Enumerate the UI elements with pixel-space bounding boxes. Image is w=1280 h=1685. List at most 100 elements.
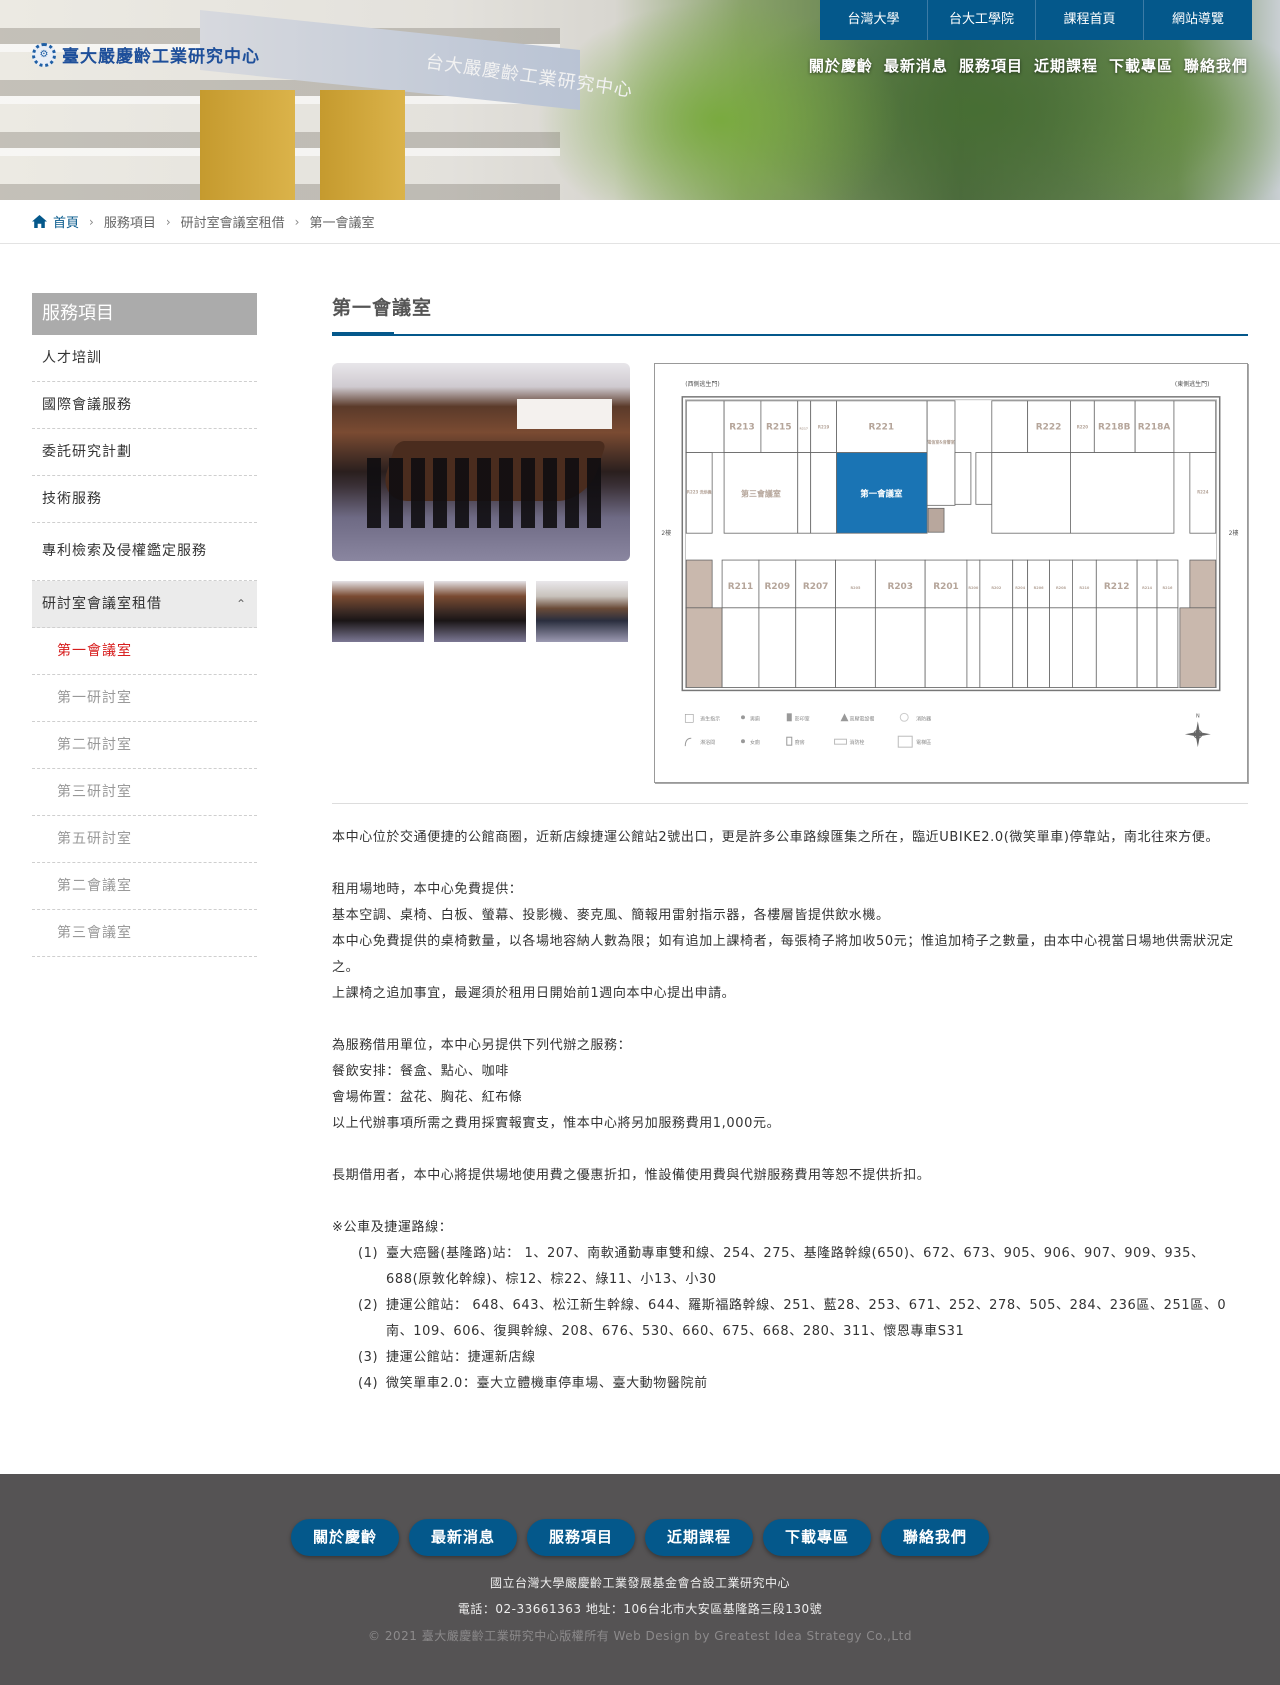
room-cell: [1095, 607, 1138, 688]
room-label: R211: [728, 582, 754, 592]
sidebar-item-tech-services[interactable]: 技術服務: [32, 476, 257, 523]
east-gate-label: (東側逃生門): [1175, 380, 1210, 388]
footer-nav-downloads[interactable]: 下載專區: [763, 1519, 871, 1556]
sidebar-subitem-seminar-room-5[interactable]: 第五研討室: [32, 816, 257, 863]
footer-nav-contact[interactable]: 聯絡我們: [881, 1519, 989, 1556]
title-underline-accent: [332, 332, 394, 336]
extinguisher-icon: [899, 712, 909, 722]
footer-nav-courses[interactable]: 近期課程: [645, 1519, 753, 1556]
sidebar-item-research-projects[interactable]: 委託研究計劃: [32, 429, 257, 476]
room-cell: [1027, 607, 1050, 688]
nav-about[interactable]: 關於慶齡: [809, 55, 873, 76]
chevron-up-icon[interactable]: ⌃: [236, 596, 247, 612]
restroom-women-east: [1179, 607, 1217, 688]
room-label: R223 洗烘機: [687, 489, 712, 494]
room-label: R222: [1036, 423, 1062, 433]
room-cell: [1072, 607, 1097, 688]
room-label: R218B: [1098, 423, 1131, 433]
breadcrumb: 首頁 › 服務項目 › 研討室會議室租借 › 第一會議室: [32, 200, 375, 243]
floor-label-right: 2樓: [1229, 529, 1239, 537]
legend-item: 消防器: [916, 715, 931, 722]
nav-services[interactable]: 服務項目: [959, 55, 1023, 76]
copier-icon: [786, 713, 792, 722]
floor-plan-map: (西側逃生門) (東側逃生門) 2樓 2樓 第一會議室 R213 R215 R2…: [661, 380, 1239, 748]
room-cell: [1012, 607, 1029, 688]
kitchen-icon: [786, 736, 793, 746]
route-number: (1): [358, 1246, 379, 1261]
paragraph-long-term: 長期借用者，本中心將提供場地使用費之優惠折扣，惟設備使用費與代辦服務費用等恕不提…: [332, 1168, 931, 1183]
room-label: R201: [933, 582, 959, 592]
legend-item: 消防栓: [849, 739, 864, 746]
room-label: R224: [1197, 489, 1209, 494]
sidebar-item-label: 專利檢索及侵權鑑定服務: [42, 543, 207, 560]
room-cell: [1049, 607, 1073, 688]
sidebar-item-label: 技術服務: [42, 490, 102, 507]
sidebar-item-training[interactable]: 人才培訓: [32, 335, 257, 382]
shower-icon: [684, 737, 692, 747]
elevator: [927, 507, 945, 533]
sidebar-subitem-conference-room-2[interactable]: 第二會議室: [32, 863, 257, 910]
paragraph-chairs: 本中心免費提供的桌椅數量，以各場地容納人數為限；如有追加上課椅者，每張椅子將加收…: [332, 934, 1234, 975]
footer-nav-news[interactable]: 最新消息: [409, 1519, 517, 1556]
nav-contact[interactable]: 聯絡我們: [1184, 55, 1248, 76]
sidebar-item-intl-conference[interactable]: 國際會議服務: [32, 382, 257, 429]
legend-item: 電梯區: [916, 739, 931, 746]
room-cell: [1012, 559, 1029, 609]
top-link-ntu[interactable]: 台灣大學: [820, 0, 928, 40]
top-link-sitemap[interactable]: 網站導覽: [1144, 0, 1252, 40]
room-cell: [1027, 559, 1050, 609]
sidebar-subitem-conference-room-1[interactable]: 第一會議室: [32, 628, 257, 675]
transit-routes: (1) 臺大癌醫(基隆路)站： 1、207、南軟通勤專車雙和線、254、275、…: [358, 1241, 1248, 1397]
home-icon: [32, 215, 47, 228]
top-link-engineering[interactable]: 台大工學院: [928, 0, 1036, 40]
photo-window: [517, 399, 612, 429]
room-cell: [1136, 559, 1158, 609]
top-link-course-home[interactable]: 課程首頁: [1036, 0, 1144, 40]
sidebar-item-patent-search[interactable]: 專利檢索及侵權鑑定服務: [32, 523, 257, 581]
nav-courses[interactable]: 近期課程: [1034, 55, 1098, 76]
room-cell: [966, 559, 981, 609]
sidebar-subitem-conference-room-3[interactable]: 第三會議室: [32, 910, 257, 957]
gear-emblem-icon: ⚙: [32, 42, 56, 67]
room-cell: [966, 607, 981, 688]
compass-north-label: N: [1196, 713, 1200, 719]
room-label: R210: [1079, 586, 1089, 590]
restroom-women-west: [685, 607, 723, 688]
footer-nav-about[interactable]: 關於慶齡: [291, 1519, 399, 1556]
west-gate-label: (西側逃生門): [685, 380, 720, 388]
sidebar-item-label: 國際會議服務: [42, 396, 132, 413]
breadcrumb-separator-icon: ›: [294, 214, 300, 229]
floor-plan[interactable]: (西側逃生門) (東側逃生門) 2樓 2樓 第一會議室 R213 R215 R2…: [654, 363, 1248, 783]
sidebar-title: 服務項目: [32, 293, 257, 335]
site-logo[interactable]: ⚙ 臺大嚴慶齡工業研究中心: [32, 42, 260, 67]
title-underline: [332, 332, 1248, 337]
stair-center-west: [954, 452, 972, 505]
conference-room-thumb-2[interactable]: [434, 581, 526, 642]
room-label: R218A: [1138, 423, 1171, 433]
stair-east: [1173, 400, 1217, 453]
room-east-b: [1070, 452, 1175, 534]
sidebar-subitem-seminar-room-1[interactable]: 第一研討室: [32, 675, 257, 722]
room-label: R206: [1034, 586, 1044, 590]
room-label: 第三會議室: [741, 488, 781, 498]
breadcrumb-current: 第一會議室: [309, 216, 375, 231]
footer-nav-services[interactable]: 服務項目: [527, 1519, 635, 1556]
sidebar-item-room-rental[interactable]: 研討室會議室租借 ⌃: [32, 581, 257, 628]
conference-room-photo[interactable]: [332, 363, 630, 561]
breadcrumb-home[interactable]: 首頁: [32, 212, 79, 231]
nav-news[interactable]: 最新消息: [884, 55, 948, 76]
photo-chairs: [367, 458, 607, 528]
room-label: R214: [1142, 586, 1152, 590]
paragraph-service-fee: 以上代辦事項所需之費用採實報實支，惟本中心將另加服務費用1,000元。: [332, 1116, 781, 1131]
photo-gallery: [332, 363, 630, 642]
room-cell: [795, 607, 836, 688]
breadcrumb-room-rental[interactable]: 研討室會議室租借: [181, 212, 285, 231]
conference-room-thumb-3[interactable]: [536, 581, 628, 642]
nav-downloads[interactable]: 下載專區: [1109, 55, 1173, 76]
sidebar-subitem-seminar-room-3[interactable]: 第三研討室: [32, 769, 257, 816]
room-cell: [1049, 559, 1073, 609]
highlight-room-label: 第一會議室: [860, 488, 903, 498]
conference-room-thumb-1[interactable]: [332, 581, 424, 642]
sidebar-subitem-seminar-room-2[interactable]: 第二研討室: [32, 722, 257, 769]
breadcrumb-services[interactable]: 服務項目: [104, 212, 156, 231]
